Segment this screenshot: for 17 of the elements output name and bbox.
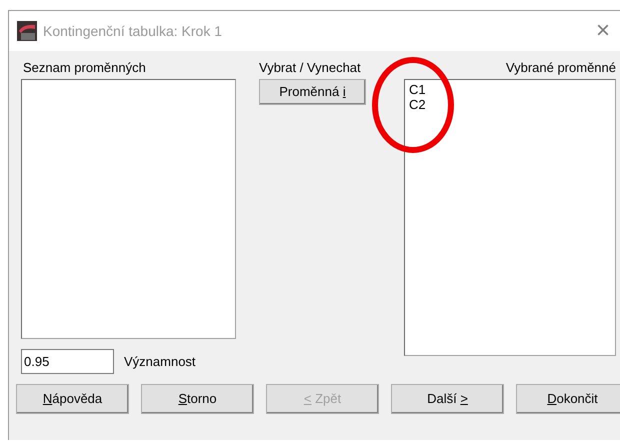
dialog-button[interactable]: Nápověda bbox=[16, 384, 129, 414]
toggle-label: Vybrat / Vynechat bbox=[259, 60, 362, 76]
window-title: Kontingenční tabulka: Krok 1 bbox=[43, 22, 222, 41]
selected-list[interactable]: C1 C2 bbox=[404, 79, 616, 356]
list-label: Vybrané proměnné bbox=[506, 60, 616, 76]
dialog-button[interactable]: Dokončit bbox=[516, 384, 620, 414]
significance-label: Významnost bbox=[124, 352, 196, 371]
significance-field[interactable]: 0.95 bbox=[21, 349, 114, 374]
close-button[interactable]: × bbox=[592, 19, 614, 43]
app-icon bbox=[17, 21, 37, 41]
list-item[interactable]: C1 bbox=[409, 82, 426, 97]
dialog-button[interactable]: Další > bbox=[391, 384, 504, 414]
list-item[interactable]: C2 bbox=[409, 97, 426, 112]
variable-list[interactable] bbox=[21, 79, 236, 339]
list-label: Seznam proměnných bbox=[22, 60, 147, 76]
variable-button[interactable]: Proměnná i bbox=[259, 79, 366, 105]
dialog-button[interactable]: Storno bbox=[141, 384, 254, 414]
